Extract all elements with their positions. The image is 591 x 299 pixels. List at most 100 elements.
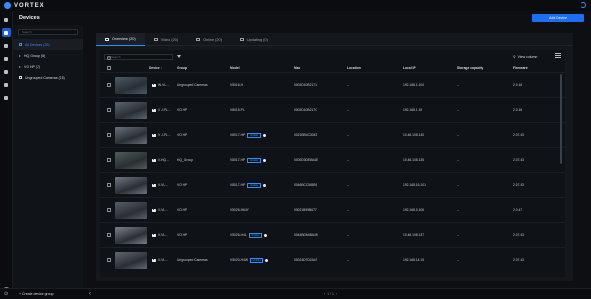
row-checkbox-cell[interactable] [107,148,111,172]
rail-item-reports[interactable] [2,80,11,89]
tab-updating[interactable]: Updating (0) [231,33,277,46]
collapse-pane-icon[interactable]: ‹ [89,291,91,297]
camera-thumbnail[interactable] [115,101,147,119]
camera-thumbnail[interactable] [115,176,147,194]
table-row[interactable]: V-VL... Ungrouped Cameras V5020-H4W Updat… [100,247,565,271]
tree-item-all-devices[interactable]: All Devices (20) [13,39,83,50]
device-name[interactable]: V-VL... [158,208,168,212]
info-icon[interactable] [262,133,266,137]
table-row[interactable]: V-VL... VO HP V5026-H4L Update 0044BD64BA… [100,222,565,246]
select-all-checkbox[interactable] [107,64,111,72]
checkbox[interactable] [107,108,111,112]
column-header-storage[interactable]: Storage capacity [457,64,483,72]
device-name[interactable]: V-VL... [158,233,168,237]
tab-label: Updating (0) [246,37,268,42]
column-header-mac[interactable]: Mac [294,64,300,72]
checkbox[interactable] [107,258,111,262]
row-checkbox-cell[interactable] [107,123,111,147]
tree-item-hq-group[interactable]: HQ Group (5) [13,50,83,61]
checkbox[interactable] [107,83,111,87]
table-scrollbar[interactable] [560,74,562,164]
rail-item-map[interactable] [2,67,11,76]
info-icon[interactable] [262,183,266,187]
table-row[interactable]: V-VL... VO HP V5026-H64Y 00021B99B677 --… [100,197,565,221]
update-badge[interactable]: Update [247,132,261,138]
tree-item-ungrouped[interactable]: Ungrouped Cameras (15) [13,72,83,83]
info-icon[interactable] [264,233,268,237]
thumbnail-cell [115,223,147,247]
row-checkbox-cell[interactable] [107,248,111,272]
tab-overview[interactable]: Overview (20) [96,33,145,46]
checkbox[interactable] [107,133,111,137]
column-header-device[interactable]: Device ↑ [149,64,162,72]
device-name[interactable]: V J-PL... [158,133,171,137]
update-badge[interactable]: Update [247,157,261,163]
update-badge[interactable]: Update [247,182,261,188]
camera-thumbnail[interactable] [115,76,147,94]
column-header-model[interactable]: Model [230,64,240,72]
tree-item-vo-hp[interactable]: VO HP (7) [13,61,83,72]
update-badge[interactable]: Update [248,232,263,238]
row-checkbox-cell[interactable] [107,198,111,222]
tree-search-input[interactable]: Search [18,29,78,35]
device-name[interactable]: V-VL... [158,258,168,262]
device-name[interactable]: V-HQ... [158,158,169,162]
checkbox[interactable] [107,233,111,237]
rail-item-alerts[interactable] [2,54,11,63]
table-row[interactable]: V-VL... VO HP V8017-HP Update 0046BCC5889… [100,172,565,196]
column-header-location[interactable]: Location [347,64,361,72]
camera-thumbnail[interactable] [115,126,147,144]
help-circle-icon[interactable]: ⊙ [4,291,8,297]
mac-cell: 00021B99B677 [294,208,317,212]
chevron-right-icon[interactable] [19,54,21,57]
loading-icon[interactable] [580,2,586,8]
rail-item-users[interactable] [2,41,11,50]
bottom-bar: ⊙ + Create device group ‹ ‹ 1 / 1 › [0,288,591,299]
table-row[interactable]: V J-PL... VO HP V8015-PL 0002D10B217C --… [100,97,565,121]
create-device-group-button[interactable]: + Create device group [19,292,54,296]
device-name[interactable]: V-VL... [158,183,168,187]
table-row[interactable]: V J-PL... VO HP V8017-HP Update 0021BB4C3… [100,122,565,146]
chevron-right-icon[interactable] [19,65,21,68]
next-page-icon[interactable]: › [336,292,337,296]
video-icon [153,38,158,41]
view-column-button[interactable]: View column [513,55,538,59]
camera-thumbnail[interactable] [115,201,147,219]
row-checkbox-cell[interactable] [107,223,111,247]
rail-item-devices[interactable] [1,28,11,37]
checkbox[interactable] [107,66,111,70]
column-header-firmware[interactable]: Firmware [513,64,528,72]
column-header-local-ip[interactable]: Local IP [403,64,416,72]
row-checkbox-cell[interactable] [107,73,111,97]
tab-video[interactable]: Video (20) [145,33,187,46]
column-header-group[interactable]: Group [177,64,187,72]
device-name[interactable]: V J-PL... [158,108,171,112]
camera-thumbnail[interactable] [115,251,147,269]
model-cell: V5026-H4L Update [230,223,268,247]
list-view-icon[interactable] [555,53,561,59]
camera-thumbnail[interactable] [115,226,147,244]
local-ip-cell: 192.168.1.15 [403,108,423,112]
device-name[interactable]: W-VL... [158,83,169,87]
thumbnail-cell [115,73,147,97]
filter-icon[interactable] [176,54,182,60]
row-checkbox-cell[interactable] [107,98,111,122]
checkbox[interactable] [107,158,111,162]
tab-label: Overview (20) [112,37,136,41]
info-icon[interactable] [265,258,269,262]
table-search-input[interactable]: Search [104,54,173,60]
rail-item-home[interactable] [2,15,11,24]
table-row[interactable]: V-HQ... HQ_Group V8017-HP Update 0000D0DE… [100,147,565,171]
checkbox[interactable] [107,208,111,212]
table-row[interactable]: W-VL... Ungrouped Cameras V5016-H 0002D1… [100,72,565,96]
camera-thumbnail[interactable] [115,151,147,169]
row-checkbox-cell[interactable] [107,173,111,197]
tab-online[interactable]: Online (20) [187,33,231,46]
top-bar: VORTEX [0,0,591,11]
prev-page-icon[interactable]: ‹ [324,292,325,296]
update-badge[interactable]: Update [249,257,264,263]
rail-item-settings[interactable] [2,93,11,102]
add-device-button[interactable]: Add Device [532,14,584,22]
checkbox[interactable] [107,183,111,187]
info-icon[interactable] [262,158,266,162]
